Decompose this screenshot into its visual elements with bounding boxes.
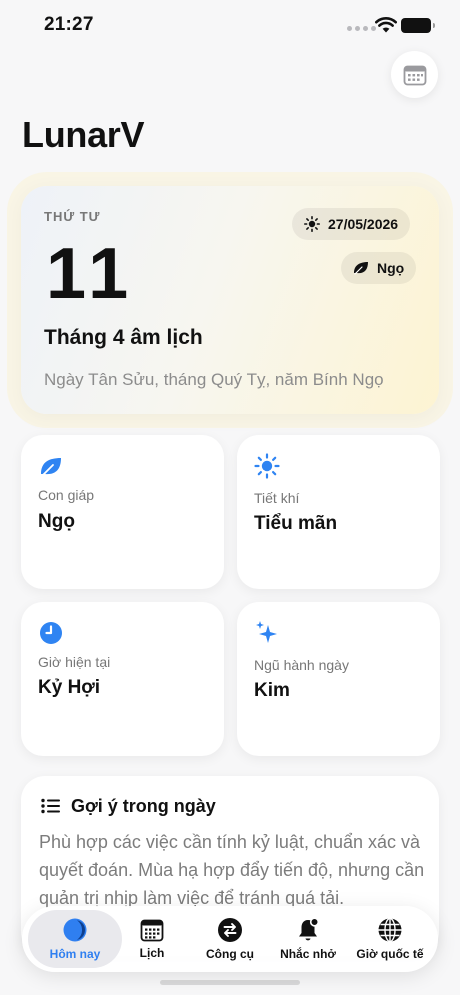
status-bar: 21:27: [0, 0, 460, 54]
calendar-icon: [403, 65, 426, 85]
sun-icon: [254, 453, 280, 479]
tab-label: Công cụ: [206, 947, 254, 961]
tab-lich[interactable]: Lịch: [126, 910, 178, 968]
tab-label: Nhắc nhở: [280, 947, 336, 961]
solar-date-chip: 27/05/2026: [292, 208, 411, 240]
clock-icon: [40, 622, 62, 644]
tile-gio-hien-tai[interactable]: Giờ hiện tại Kỷ Hợi: [21, 602, 224, 756]
zodiac-text: Ngọ: [377, 260, 405, 276]
tab-cong-cu[interactable]: Công cụ: [192, 910, 268, 968]
tile-label: Ngũ hành ngày: [254, 657, 349, 673]
arrows-swap-icon: [218, 918, 242, 942]
list-icon: [41, 798, 60, 814]
calendar-button[interactable]: [391, 51, 438, 98]
lunar-day-number: 11: [46, 234, 135, 314]
tile-label: Tiết khí: [254, 490, 300, 506]
tile-label: Con giáp: [38, 487, 95, 503]
globe-icon: [378, 917, 402, 943]
zodiac-chip: Ngọ: [341, 252, 417, 284]
calendar-grid-icon: [140, 919, 164, 942]
tab-nhac-nho[interactable]: Nhắc nhở: [276, 910, 340, 968]
app-title: LunarV: [22, 114, 145, 155]
lunar-month-label: Tháng 4 âm lịch: [44, 326, 203, 349]
tile-value: Kỷ Hợi: [38, 677, 101, 698]
tab-bar: Hôm nay Lịch Công cụ Nhắc nhở Giờ quốc t…: [22, 906, 438, 972]
sparkles-icon: [256, 621, 277, 643]
tile-label: Giờ hiện tại: [38, 654, 111, 670]
tile-value: Kim: [254, 680, 290, 701]
tile-ngu-hanh[interactable]: Ngũ hành ngày Kim: [237, 602, 440, 756]
can-chi-text: Ngày Tân Sửu, tháng Quý Tỵ, năm Bính Ngọ: [44, 370, 384, 389]
suggestion-body: Phù hợp các việc cần tính kỷ luật, chuẩn…: [39, 832, 425, 908]
tile-value: Ngọ: [38, 511, 75, 532]
battery-icon: [401, 18, 435, 33]
today-card[interactable]: THỨ TƯ 11 Tháng 4 âm lịch Ngày Tân Sửu, …: [21, 186, 439, 414]
tile-con-giap[interactable]: Con giáp Ngọ: [21, 435, 224, 589]
status-time: 21:27: [44, 14, 94, 35]
sun-icon: [304, 216, 320, 232]
screen: 21:27 LunarV THỨ TƯ 11 Tháng 4 âm lịch N…: [0, 0, 460, 995]
tile-value: Tiểu mãn: [254, 513, 338, 534]
wifi-icon: [375, 17, 397, 33]
home-indicator: [160, 980, 300, 985]
tile-tiet-khi[interactable]: Tiết khí Tiểu mãn: [237, 435, 440, 589]
tab-label: Hôm nay: [49, 947, 101, 961]
leaf-icon: [354, 262, 368, 275]
leaf-icon: [41, 458, 61, 477]
tab-gio-quoc-te[interactable]: Giờ quốc tế: [348, 910, 432, 968]
suggestion-title: Gợi ý trong ngày: [71, 796, 216, 816]
tab-label: Giờ quốc tế: [356, 947, 424, 961]
moon-icon: [63, 918, 87, 942]
tab-label: Lịch: [139, 946, 165, 960]
bell-icon: [299, 917, 320, 941]
solar-date-text: 27/05/2026: [328, 216, 399, 232]
weekday-label: THỨ TƯ: [44, 209, 101, 224]
tab-hom-nay[interactable]: Hôm nay: [28, 910, 122, 968]
cellular-signal-icon: [347, 26, 376, 31]
